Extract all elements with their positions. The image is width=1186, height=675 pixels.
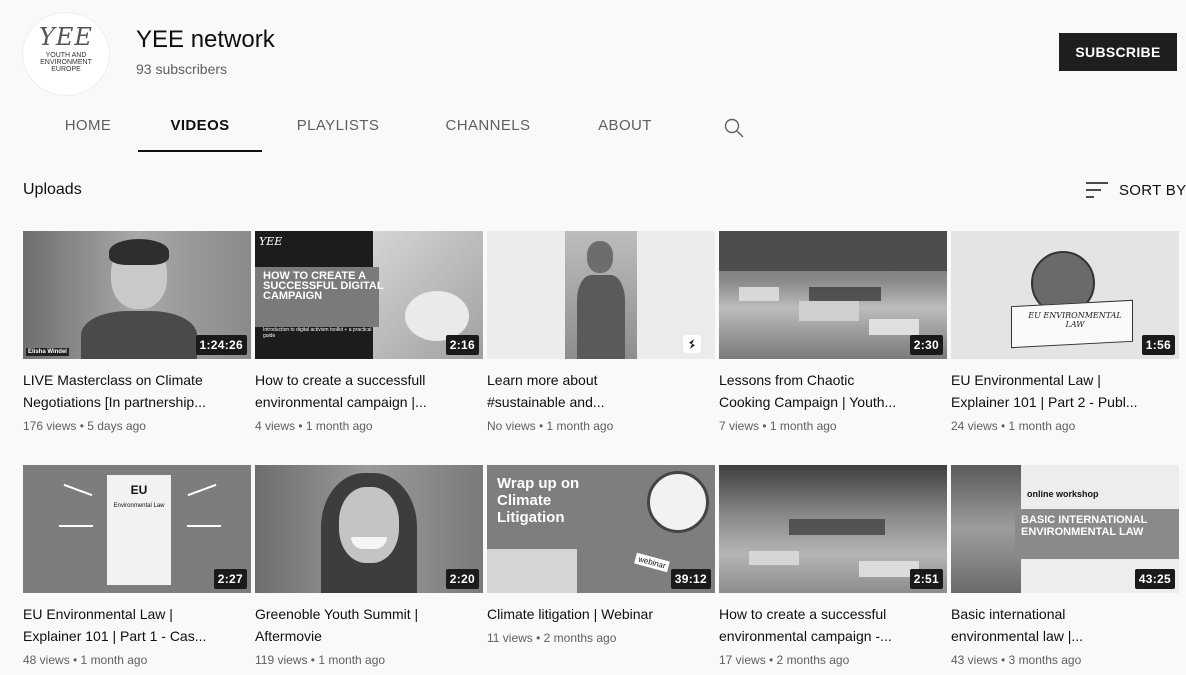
video-thumbnail[interactable]: online workshop BASIC INTERNATIONAL ENVI…	[951, 465, 1179, 593]
thumbnail-heading: EU	[130, 483, 148, 497]
video-title[interactable]: Basic international environmental law |.…	[951, 603, 1179, 647]
video-meta: 11 views • 2 months ago	[487, 631, 617, 645]
search-icon[interactable]	[722, 116, 746, 140]
video-title[interactable]: Lessons from Chaotic Cooking Campaign | …	[719, 369, 947, 413]
video-title-line: LIVE Masterclass on Climate	[23, 372, 203, 388]
tab-channels[interactable]: CHANNELS	[440, 100, 536, 152]
tab-playlists[interactable]: PLAYLISTS	[290, 100, 386, 152]
tab-about[interactable]: ABOUT	[592, 100, 658, 152]
video-duration: 2:30	[909, 335, 943, 355]
video-title-line: environmental law |...	[951, 628, 1084, 644]
video-title[interactable]: How to create a successful environmental…	[719, 603, 947, 647]
video-title-line: #sustainable and...	[487, 394, 605, 410]
video-meta: 17 views • 2 months ago	[719, 653, 850, 667]
video-title[interactable]: Greenoble Youth Summit | Aftermovie	[255, 603, 483, 647]
video-card[interactable]: EU Environmental Law 2:27 EU Environment…	[23, 465, 251, 667]
video-card[interactable]: Elisha Windel 1:24:26 LIVE Masterclass o…	[23, 231, 251, 433]
video-card[interactable]: 2:30 Lessons from Chaotic Cooking Campai…	[719, 231, 947, 433]
video-thumbnail[interactable]: YEE HOW TO CREATE A SUCCESSFUL DIGITAL C…	[255, 231, 483, 359]
channel-avatar[interactable]: YEE YOUTH AND ENVIRONMENT EUROPE	[22, 12, 110, 96]
video-title[interactable]: EU Environmental Law | Explainer 101 | P…	[23, 603, 251, 647]
video-title-line: Lessons from Chaotic	[719, 372, 855, 388]
video-meta: 7 views • 1 month ago	[719, 419, 837, 433]
video-meta: 24 views • 1 month ago	[951, 419, 1076, 433]
video-meta: 43 views • 3 months ago	[951, 653, 1082, 667]
thumbnail-caption: Elisha Windel	[26, 348, 69, 356]
video-duration: 2:51	[909, 569, 943, 589]
thumbnail-heading: BASIC INTERNATIONAL ENVIRONMENTAL LAW	[1021, 514, 1148, 538]
shorts-icon	[689, 339, 695, 349]
video-thumbnail[interactable]: Elisha Windel 1:24:26	[23, 231, 251, 359]
video-title-line: Learn more about	[487, 372, 598, 388]
thumbnail-logo: YEE	[259, 235, 283, 248]
video-title[interactable]: LIVE Masterclass on Climate Negotiations…	[23, 369, 251, 413]
video-card[interactable]: YEE HOW TO CREATE A SUCCESSFUL DIGITAL C…	[255, 231, 483, 433]
video-duration: 2:16	[445, 335, 479, 355]
tab-home[interactable]: HOME	[56, 100, 120, 152]
channel-tabs: HOME VIDEOS PLAYLISTS CHANNELS ABOUT	[0, 100, 1186, 152]
video-thumbnail[interactable]	[487, 231, 715, 359]
video-meta: No views • 1 month ago	[487, 419, 614, 433]
video-card[interactable]: Learn more about #sustainable and... No …	[487, 231, 715, 433]
video-thumbnail[interactable]: 2:30	[719, 231, 947, 359]
thumbnail-subheading: Environmental Law	[113, 503, 165, 509]
video-title-line: How to create a successful	[719, 606, 887, 622]
video-card[interactable]: 2:20 Greenoble Youth Summit | Aftermovie…	[255, 465, 483, 667]
video-thumbnail[interactable]: 2:20	[255, 465, 483, 593]
video-thumbnail[interactable]: EU Environmental Law 2:27	[23, 465, 251, 593]
thumbnail-heading: HOW TO CREATE A SUCCESSFUL DIGITAL CAMPA…	[263, 270, 384, 302]
video-meta: 4 views • 1 month ago	[255, 419, 373, 433]
video-thumbnail[interactable]: 2:51	[719, 465, 947, 593]
video-title-line: Greenoble Youth Summit |	[255, 606, 419, 622]
thumbnail-heading: EU ENVIRONMENTAL LAW	[1028, 311, 1122, 329]
video-title-line: Explainer 101 | Part 1 - Cas...	[23, 628, 207, 644]
video-meta: 119 views • 1 month ago	[255, 653, 386, 667]
video-title-line: environmental campaign -...	[719, 628, 892, 644]
video-duration: 2:20	[445, 569, 479, 589]
video-duration: 39:12	[670, 569, 711, 589]
video-title-line: Basic international	[951, 606, 1066, 622]
thumbnail-heading: Wrap up on Climate Litigation	[497, 475, 580, 526]
thumbnail-subheading: webinar	[634, 552, 670, 573]
video-title[interactable]: EU Environmental Law | Explainer 101 | P…	[951, 369, 1179, 413]
video-title-line: environmental campaign |...	[255, 394, 427, 410]
video-title-line: EU Environmental Law |	[23, 606, 173, 622]
video-meta: 48 views • 1 month ago	[23, 653, 148, 667]
video-title-line: Explainer 101 | Part 2 - Publ...	[951, 394, 1138, 410]
channel-name: YEE network	[136, 26, 275, 53]
video-title-line: Negotiations [In partnership...	[23, 394, 206, 410]
video-title-line: How to create a successfull	[255, 372, 426, 388]
video-duration: 1:56	[1141, 335, 1175, 355]
video-title-line: Aftermovie	[255, 628, 322, 644]
subscribe-button[interactable]: SUBSCRIBE	[1059, 33, 1177, 71]
video-card[interactable]: Wrap up on Climate Litigation webinar 39…	[487, 465, 715, 645]
thumbnail-subheading: Introduction to digital activism toolkit…	[263, 327, 372, 339]
tab-videos[interactable]: VIDEOS	[138, 100, 262, 152]
sort-by-label: SORT BY	[1119, 182, 1186, 199]
video-title[interactable]: Learn more about #sustainable and...	[487, 369, 715, 413]
video-title-line: Cooking Campaign | Youth...	[719, 394, 897, 410]
video-meta: 176 views • 5 days ago	[23, 419, 146, 433]
video-thumbnail[interactable]: Wrap up on Climate Litigation webinar 39…	[487, 465, 715, 593]
avatar-subtitle: YOUTH AND ENVIRONMENT EUROPE	[40, 52, 92, 73]
video-title-line: EU Environmental Law |	[951, 372, 1101, 388]
avatar-logo: YEE	[39, 23, 93, 51]
thumbnail-subheading: online workshop	[1027, 489, 1099, 499]
video-card[interactable]: 2:51 How to create a successful environm…	[719, 465, 947, 667]
video-duration: 43:25	[1134, 569, 1175, 589]
sort-icon	[1086, 182, 1108, 198]
video-thumbnail[interactable]: EU ENVIRONMENTAL LAW 1:56	[951, 231, 1179, 359]
video-card[interactable]: EU ENVIRONMENTAL LAW 1:56 EU Environment…	[951, 231, 1179, 433]
video-card[interactable]: online workshop BASIC INTERNATIONAL ENVI…	[951, 465, 1179, 667]
subscriber-count: 93 subscribers	[136, 61, 228, 77]
section-title: Uploads	[23, 181, 82, 198]
video-duration: 1:24:26	[195, 335, 247, 355]
video-title-line: Climate litigation | Webinar	[487, 606, 654, 622]
channel-header: YEE YOUTH AND ENVIRONMENT EUROPE YEE net…	[0, 0, 1186, 152]
video-title[interactable]: How to create a successfull environmenta…	[255, 369, 483, 413]
video-duration: 2:27	[213, 569, 247, 589]
